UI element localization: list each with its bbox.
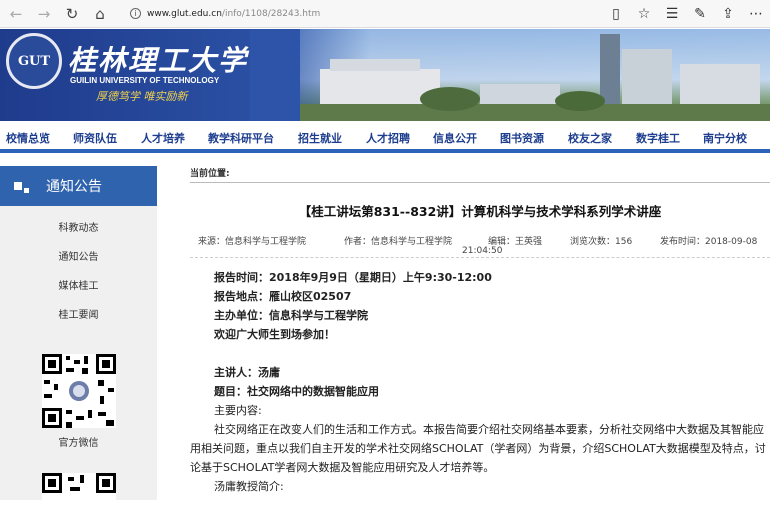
speaker: 主讲人：汤庸 [214, 366, 280, 379]
nav-item[interactable]: 校友之家 [568, 130, 612, 146]
sidebar-item[interactable]: 媒体桂工 [0, 270, 157, 299]
welcome-line: 欢迎广大师生到场参加！ [214, 328, 335, 341]
summary-label: 主要内容: [214, 404, 262, 417]
nav-item[interactable]: 校情总览 [6, 130, 50, 146]
university-name-cn: 桂林理工大学 [68, 44, 249, 77]
meta-time: 发布时间：2018-09-08 [660, 237, 758, 247]
sidebar-heading-label: 通知公告 [46, 179, 102, 195]
sidebar-item[interactable]: 科教动态 [0, 212, 157, 241]
topic: 题目：社交网络中的数据智能应用 [214, 385, 379, 398]
nav-item[interactable]: 人才招聘 [366, 130, 410, 146]
url-domain: www.glut.edu.cn [147, 8, 222, 19]
summary-text: 社交网络正在改变人们的生活和工作方式。本报告简要介绍社交网络基本要素，分析社交网… [190, 423, 766, 474]
share-icon[interactable]: ⇪ [714, 2, 742, 26]
meta-time-clock: 21:04:50 [462, 246, 503, 256]
university-logo[interactable]: GUT [6, 33, 62, 89]
nav-item[interactable]: 数字桂工 [636, 130, 680, 146]
reader-view-icon[interactable]: ▯ [602, 2, 630, 26]
refresh-icon[interactable]: ↻ [60, 2, 84, 26]
browser-toolbar: ← → ↻ ⌂ i www.glut.edu.cn/info/1108/2824… [0, 0, 770, 28]
nav-item[interactable]: 南宁分校 [703, 130, 747, 146]
article-area: 当前位置: 【桂工讲坛第831--832讲】计算机科学与技术学科系列学术讲座 来… [190, 166, 770, 500]
meta-author: 作者：信息科学与工程学院 [344, 237, 453, 247]
meta-views: 浏览次数：156 [570, 237, 633, 247]
nav-item[interactable]: 图书资源 [500, 130, 544, 146]
bio-label: 汤庸教授简介: [214, 480, 284, 493]
nav-item[interactable]: 教学科研平台 [208, 130, 274, 146]
second-qr-code [41, 473, 116, 513]
university-motto: 厚德笃学 唯实励新 [96, 90, 188, 103]
home-icon[interactable]: ⌂ [88, 2, 112, 26]
nav-item[interactable]: 师资队伍 [73, 130, 117, 146]
article-meta: 来源：信息科学与工程学院 作者：信息科学与工程学院 编辑：王英强 浏览次数：15… [190, 234, 770, 258]
sidebar: 通知公告 科教动态 通知公告 媒体桂工 桂工要闻 官方微信 [0, 166, 157, 513]
sidebar-item[interactable]: 桂工要闻 [0, 299, 157, 328]
favorite-star-icon[interactable]: ☆ [630, 2, 658, 26]
pen-icon[interactable]: ✎ [686, 2, 714, 26]
site-info-icon[interactable]: i [130, 8, 141, 19]
nav-item[interactable]: 信息公开 [433, 130, 477, 146]
heading-square-icon [14, 182, 29, 193]
organizer: 主办单位：信息科学与工程学院 [214, 309, 368, 322]
url-path: /info/1108/28243.htm [221, 8, 321, 19]
site-banner: GUT 桂林理工大学 GUILIN UNIVERSITY OF TECHNOLO… [0, 29, 770, 121]
forward-icon[interactable]: → [32, 2, 56, 26]
main-nav: 校情总览 师资队伍 人才培养 教学科研平台 招生就业 人才招聘 信息公开 图书资… [0, 121, 770, 153]
favorites-list-icon[interactable]: ☰ [658, 2, 686, 26]
sidebar-item[interactable]: 通知公告 [0, 241, 157, 270]
report-location: 报告地点：雁山校区02507 [214, 290, 352, 303]
wechat-qr-code [41, 354, 116, 428]
back-icon[interactable]: ← [4, 2, 28, 26]
article-body: 报告时间：2018年9月9日（星期日）上午9:30-12:00 报告地点：雁山校… [190, 268, 770, 496]
sidebar-heading: 通知公告 [0, 166, 157, 206]
nav-item[interactable]: 人才培养 [141, 130, 185, 146]
meta-source: 来源：信息科学与工程学院 [198, 237, 307, 247]
university-name-en: GUILIN UNIVERSITY OF TECHNOLOGY [70, 76, 220, 85]
wechat-label: 官方微信 [58, 438, 99, 449]
more-icon[interactable]: ⋯ [742, 2, 770, 26]
breadcrumb: 当前位置: [190, 166, 770, 183]
article-title: 【桂工讲坛第831--832讲】计算机科学与技术学科系列学术讲座 [298, 204, 662, 219]
nav-item[interactable]: 招生就业 [298, 130, 342, 146]
report-time: 报告时间：2018年9月9日（星期日）上午9:30-12:00 [214, 271, 492, 284]
campus-illustration [300, 34, 770, 121]
address-bar[interactable]: i www.glut.edu.cn/info/1108/28243.htm [130, 3, 570, 25]
